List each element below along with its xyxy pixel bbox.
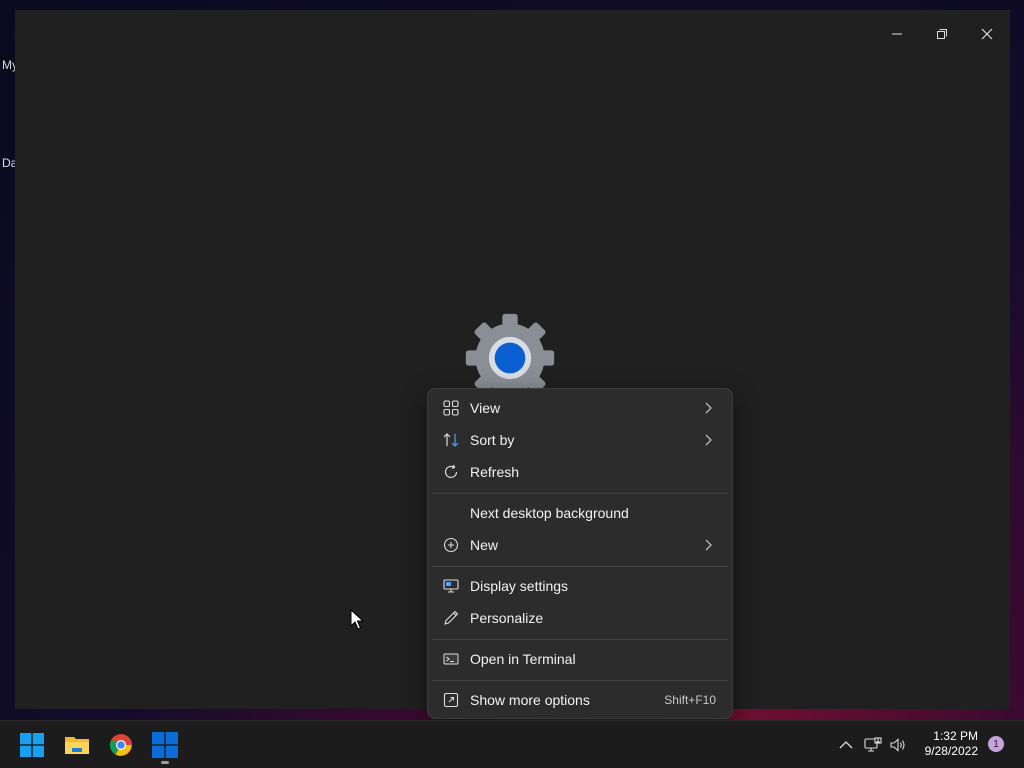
mouse-cursor-icon	[350, 609, 364, 630]
active-app-indicator	[161, 761, 169, 764]
menu-item-new[interactable]: New	[432, 530, 728, 560]
menu-item-label: Sort by	[470, 432, 515, 448]
menu-item-label: Next desktop background	[470, 505, 629, 521]
menu-item-label: Show more options	[470, 692, 590, 708]
menu-item-label: Display settings	[470, 578, 569, 594]
terminal-icon	[442, 650, 460, 668]
folder-icon	[65, 737, 89, 754]
windows-app-icon	[152, 732, 178, 758]
menu-item-display-settings[interactable]: Display settings	[432, 571, 728, 601]
taskbar-start-button[interactable]	[15, 729, 49, 761]
display-icon	[442, 577, 460, 595]
menu-item-open-in-terminal[interactable]: Open in Terminal	[432, 644, 728, 674]
grid-view-icon	[442, 399, 460, 417]
menu-separator	[432, 680, 728, 681]
menu-item-label: Refresh	[470, 464, 520, 480]
chevron-right-icon	[705, 434, 712, 446]
chrome-icon	[110, 734, 132, 756]
notification-badge[interactable]: 1	[988, 736, 1004, 752]
taskbar-active-app-button[interactable]	[148, 729, 182, 761]
menu-item-view[interactable]: View	[432, 393, 728, 423]
more-options-icon	[442, 691, 460, 709]
clock-date: 9/28/2022	[924, 744, 978, 758]
menu-item-label: View	[470, 400, 501, 416]
taskbar-chrome-button[interactable]	[104, 729, 138, 761]
taskbar-clock[interactable]: 1:32 PM 9/28/2022	[925, 729, 978, 759]
show-hidden-icons-button[interactable]	[836, 735, 856, 755]
minimize-button[interactable]	[875, 18, 919, 50]
chevron-right-icon	[705, 402, 712, 414]
minimize-icon	[892, 33, 902, 35]
network-button[interactable]	[863, 735, 883, 755]
taskbar-file-explorer-button[interactable]	[60, 729, 94, 761]
volume-icon	[890, 738, 905, 752]
menu-item-label: New	[470, 537, 499, 553]
new-plus-icon	[442, 536, 460, 554]
desktop-context-menu: View Sort by Refresh Next desktop backgr…	[427, 388, 733, 719]
menu-item-refresh[interactable]: Refresh	[432, 457, 728, 487]
menu-separator	[432, 493, 728, 494]
menu-separator	[432, 639, 728, 640]
restore-button[interactable]	[920, 18, 964, 50]
chevron-up-icon	[839, 741, 853, 749]
close-icon	[981, 28, 993, 40]
menu-item-label: Open in Terminal	[470, 651, 576, 667]
windows-start-icon	[20, 733, 44, 757]
menu-item-sort-by[interactable]: Sort by	[432, 425, 728, 455]
menu-item-show-more-options[interactable]: Show more options Shift+F10	[432, 685, 728, 715]
menu-item-next-desktop-background[interactable]: Next desktop background	[432, 498, 728, 528]
keyboard-shortcut: Shift+F10	[664, 693, 716, 707]
sort-icon	[442, 431, 460, 449]
taskbar: 1:32 PM 9/28/2022	[0, 720, 1024, 768]
pen-icon	[442, 609, 460, 627]
close-button[interactable]	[965, 18, 1009, 50]
volume-button[interactable]	[888, 735, 908, 755]
refresh-icon	[442, 463, 460, 481]
clock-time: 1:32 PM	[933, 729, 978, 743]
menu-separator	[432, 566, 728, 567]
restore-icon	[937, 29, 947, 39]
network-icon	[864, 737, 882, 752]
menu-item-personalize[interactable]: Personalize	[432, 603, 728, 633]
menu-item-label: Personalize	[470, 610, 544, 626]
chevron-right-icon	[705, 539, 712, 551]
